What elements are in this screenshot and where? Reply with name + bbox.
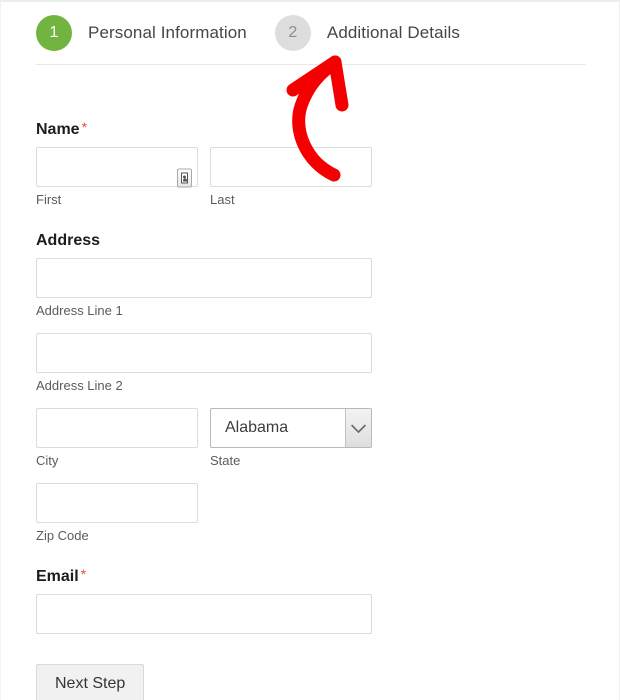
first-name-group: First [36,147,198,209]
name-field-title: Name * [36,120,586,139]
last-name-sublabel: Last [210,192,235,208]
step-2-number: 2 [288,24,298,41]
address-label-text: Address [36,232,101,250]
first-name-input[interactable] [36,147,198,188]
city-sublabel: City [36,453,59,469]
name-row: First Last [36,147,586,209]
last-name-input[interactable] [210,147,372,188]
step-1-circle[interactable]: 1 [36,15,72,51]
name-label-text: Name [36,121,80,138]
zip-group: Zip Code [36,482,198,545]
autofill-icon[interactable] [177,168,192,188]
address-line1-input[interactable] [36,258,372,299]
state-select-value: Alabama [225,419,289,437]
step-1-label: Personal Information [88,23,247,42]
address-line1-sublabel: Address Line 1 [36,303,123,319]
next-step-button[interactable]: Next Step [36,664,145,700]
address-line2-group: Address Line 2 [36,333,372,395]
form-page: 1 Personal Information 2 Additional Deta… [0,0,620,700]
email-group [36,594,372,635]
step-2[interactable]: 2 Additional Details [274,15,461,51]
city-group: City [36,408,198,470]
email-label-text: Email [36,567,79,585]
email-required-marker: * [80,565,87,582]
name-required-marker: * [81,119,88,135]
email-input[interactable] [36,594,372,635]
step-2-circle[interactable]: 2 [274,15,311,51]
chevron-down-icon[interactable] [345,409,371,448]
state-group: Alabama State [210,408,372,470]
email-field-title: Email * [36,567,586,586]
zip-code-sublabel: Zip Code [36,527,89,543]
zip-code-input[interactable] [36,482,198,523]
last-name-group: Last [210,147,372,209]
city-state-row: City Alabama State [36,408,586,470]
step-1-number: 1 [49,24,59,41]
step-2-label: Additional Details [326,23,461,42]
step-1[interactable]: 1 Personal Information [36,15,247,51]
step-indicator: 1 Personal Information 2 Additional Deta… [36,10,460,56]
state-sublabel: State [210,453,241,469]
city-input[interactable] [36,408,198,449]
first-name-sublabel: First [36,192,62,208]
address-line1-group: Address Line 1 [36,258,372,320]
address-field-title: Address [36,231,586,250]
address-line2-input[interactable] [36,333,372,374]
registration-form: Name* First Last Address Address Line 1 [36,120,586,700]
header-divider [36,64,586,65]
address-line2-sublabel: Address Line 2 [36,378,123,394]
state-select[interactable]: Alabama [210,408,372,449]
